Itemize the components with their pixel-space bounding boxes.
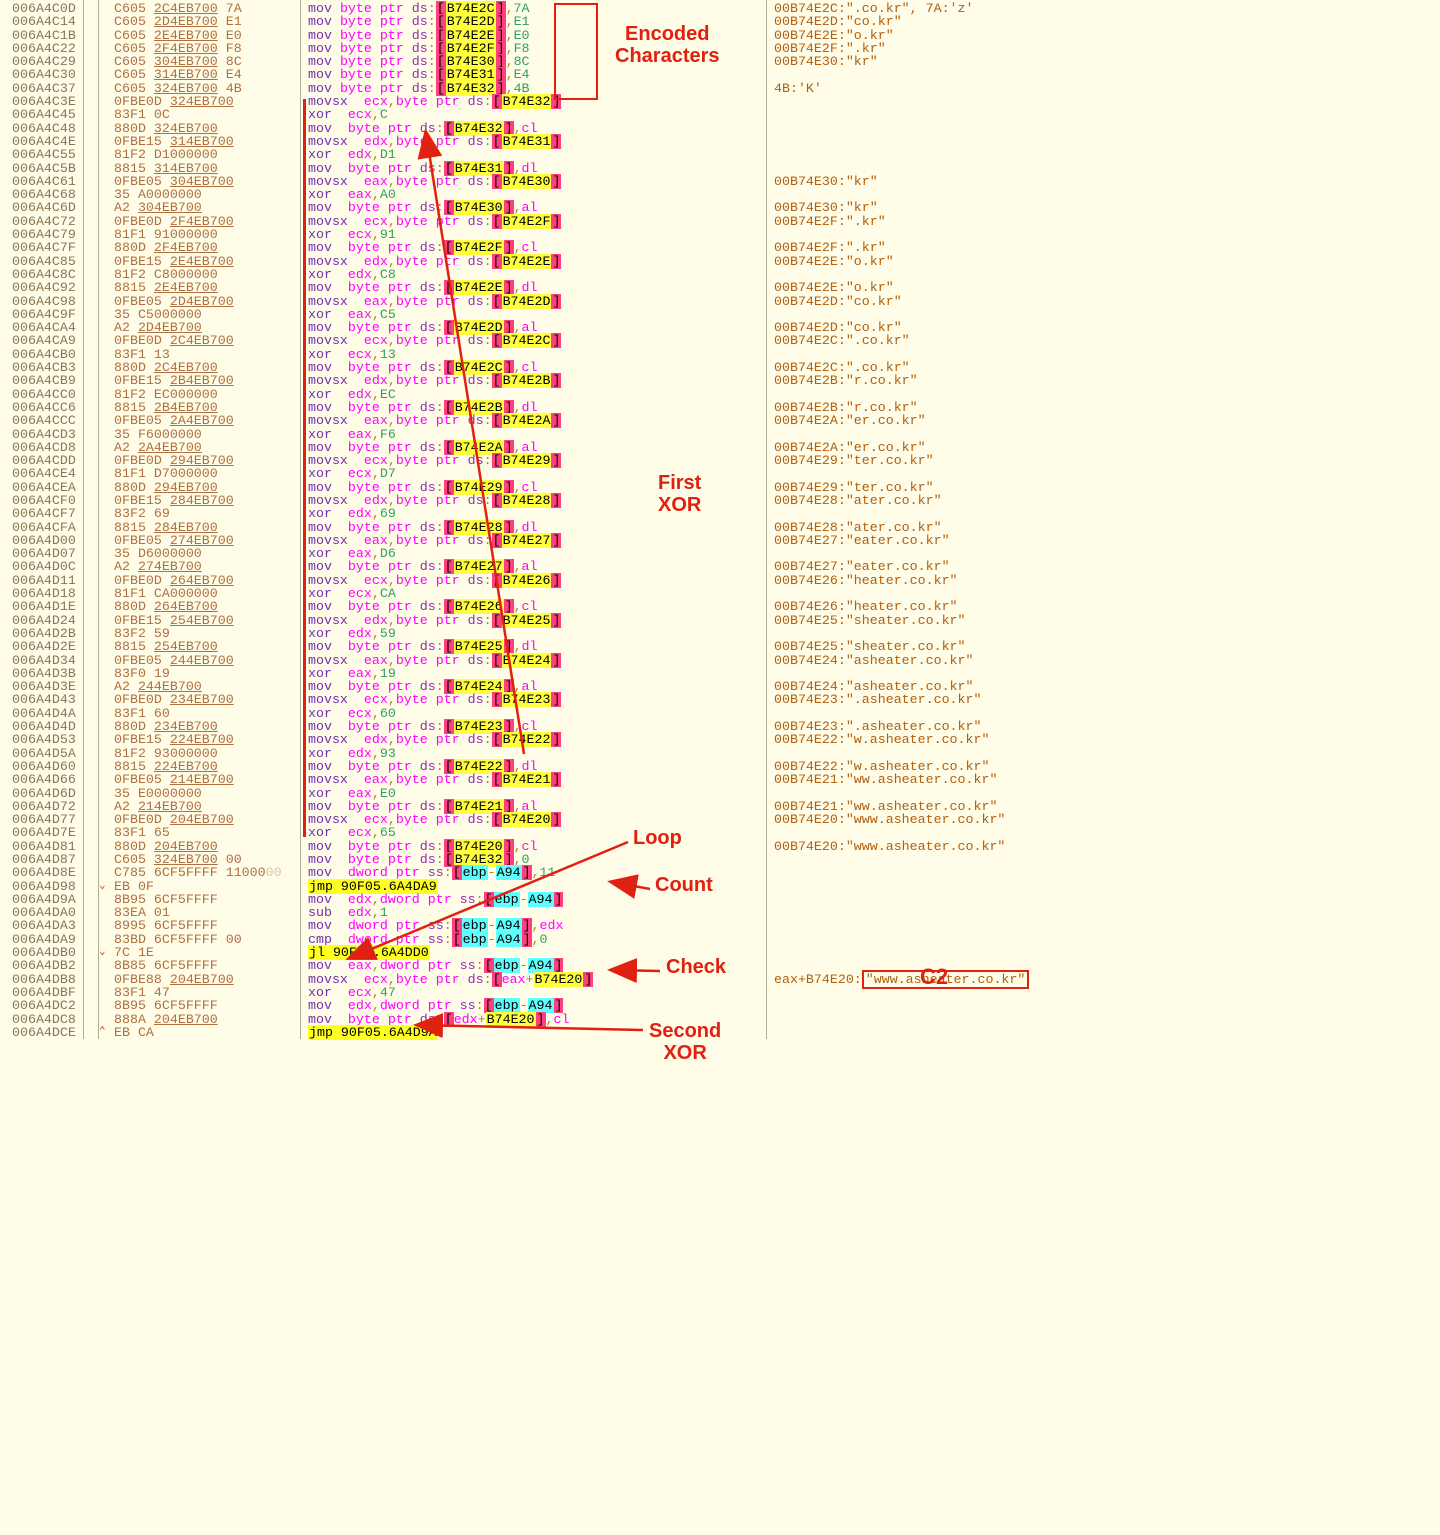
disasm-row[interactable]: 006A4C30C605 314EB700 E4mov byte ptr ds:… [0, 68, 1040, 81]
disasm-row[interactable]: 006A4C610FBE05 304EB700movsx eax,byte pt… [0, 175, 1040, 188]
disasm-row[interactable]: 006A4DB80FBE88 204EB700movsx ecx,byte pt… [0, 973, 1040, 986]
disasm-row[interactable]: 006A4D7E83F1 65xor ecx,65 [0, 826, 1040, 839]
disasm-row[interactable]: 006A4D530FBE15 224EB700movsx edx,byte pt… [0, 733, 1040, 746]
disasm-row[interactable]: 006A4D4A83F1 60xor ecx,60 [0, 707, 1040, 720]
disasm-row[interactable]: 006A4DA38995 6CF5FFFFmov dword ptr ss:[e… [0, 919, 1040, 932]
disasm-row[interactable]: 006A4D3B83F0 19xor eax,19 [0, 667, 1040, 680]
disasm-row[interactable]: 006A4C3E0FBE0D 324EB700movsx ecx,byte pt… [0, 95, 1040, 108]
disasm-row[interactable]: 006A4C980FBE05 2D4EB700movsx eax,byte pt… [0, 295, 1040, 308]
disasm-row[interactable]: 006A4C1BC605 2E4EB700 E0mov byte ptr ds:… [0, 29, 1040, 42]
disasm-row[interactable]: 006A4D430FBE0D 234EB700movsx ecx,byte pt… [0, 693, 1040, 706]
disasm-row[interactable]: 006A4C48880D 324EB700mov byte ptr ds:[B7… [0, 122, 1040, 135]
disasm-row[interactable]: 006A4C928815 2E4EB700mov byte ptr ds:[B7… [0, 281, 1040, 294]
disasm-row[interactable]: 006A4CA4A2 2D4EB700mov byte ptr ds:[B74E… [0, 321, 1040, 334]
disasm-row[interactable]: 006A4D240FBE15 254EB700movsx edx,byte pt… [0, 614, 1040, 627]
disasm-row[interactable]: 006A4C14C605 2D4EB700 E1mov byte ptr ds:… [0, 15, 1040, 28]
ann-loop: Loop [633, 832, 682, 845]
ann-firstxor: FirstXOR [658, 472, 701, 516]
disasm-row[interactable]: 006A4CA90FBE0D 2C4EB700movsx ecx,byte pt… [0, 334, 1040, 347]
disasm-row[interactable]: 006A4CE481F1 D7000000xor ecx,D7 [0, 467, 1040, 480]
disasm-row[interactable]: 006A4CF783F2 69xor edx,69 [0, 507, 1040, 520]
disasm-row[interactable]: 006A4CC68815 2B4EB700mov byte ptr ds:[B7… [0, 401, 1040, 414]
disasm-row[interactable]: 006A4CB90FBE15 2B4EB700movsx edx,byte pt… [0, 374, 1040, 387]
disasm-row[interactable]: 006A4C5581F2 D1000000xor edx,D1 [0, 148, 1040, 161]
disasm-row[interactable]: ⌃006A4DCEEB CAjmp 90F05.6A4D9A [0, 1026, 1040, 1039]
ann-check: Check [666, 961, 726, 974]
disasm-row[interactable]: 006A4D9A8B95 6CF5FFFFmov edx,dword ptr s… [0, 893, 1040, 906]
disasm-row[interactable]: 006A4CB3880D 2C4EB700mov byte ptr ds:[B7… [0, 361, 1040, 374]
disasm-row[interactable]: 006A4DC28B95 6CF5FFFFmov edx,dword ptr s… [0, 999, 1040, 1012]
disasm-row[interactable]: 006A4D000FBE05 274EB700movsx eax,byte pt… [0, 534, 1040, 547]
disasm-row[interactable]: 006A4D72A2 214EB700mov byte ptr ds:[B74E… [0, 800, 1040, 813]
ann-encoded: EncodedCharacters [615, 23, 720, 67]
disasm-row[interactable]: 006A4CDD0FBE0D 294EB700movsx ecx,byte pt… [0, 454, 1040, 467]
disasm-row[interactable]: 006A4D0CA2 274EB700mov byte ptr ds:[B74E… [0, 560, 1040, 573]
disasm-row[interactable]: 006A4C6835 A0000000xor eax,A0 [0, 188, 1040, 201]
disasm-row[interactable]: 006A4D660FBE05 214EB700movsx eax,byte pt… [0, 773, 1040, 786]
disasm-row[interactable]: 006A4CD8A2 2A4EB700mov byte ptr ds:[B74E… [0, 441, 1040, 454]
disasm-row[interactable]: 006A4CF00FBE15 284EB700movsx edx,byte pt… [0, 494, 1040, 507]
disasm-row[interactable]: 006A4D2B83F2 59xor edx,59 [0, 627, 1040, 640]
disasm-row[interactable]: 006A4C7981F1 91000000xor ecx,91 [0, 228, 1040, 241]
disasm-row[interactable]: 006A4D81880D 204EB700mov byte ptr ds:[B7… [0, 840, 1040, 853]
disasm-row[interactable]: 006A4D4D880D 234EB700mov byte ptr ds:[B7… [0, 720, 1040, 733]
disasm-row[interactable]: 006A4C22C605 2F4EB700 F8mov byte ptr ds:… [0, 42, 1040, 55]
disasm-row[interactable]: 006A4C8C81F2 C8000000xor edx,C8 [0, 268, 1040, 281]
disasm-row[interactable]: 006A4C4E0FBE15 314EB700movsx edx,byte pt… [0, 135, 1040, 148]
disasm-row[interactable]: 006A4C29C605 304EB700 8Cmov byte ptr ds:… [0, 55, 1040, 68]
disassembly-listing[interactable]: 006A4C0DC605 2C4EB700 7Amov byte ptr ds:… [0, 2, 1040, 1039]
disasm-row[interactable]: 006A4D5A81F2 93000000xor edx,93 [0, 747, 1040, 760]
ann-secondxor: SecondXOR [649, 1020, 721, 1064]
disasm-row[interactable]: ⌄006A4D98EB 0Fjmp 90F05.6A4DA9 [0, 880, 1040, 893]
first-xor-bar [303, 99, 306, 837]
disasm-row[interactable]: 006A4CFA8815 284EB700mov byte ptr ds:[B7… [0, 521, 1040, 534]
disasm-row[interactable]: 006A4DA083EA 01sub edx,1 [0, 906, 1040, 919]
disasm-row[interactable]: 006A4D87C605 324EB700 00mov byte ptr ds:… [0, 853, 1040, 866]
encoded-box [554, 3, 598, 100]
disasm-row[interactable]: 006A4CB083F1 13xor ecx,13 [0, 348, 1040, 361]
disasm-row[interactable]: 006A4C7F880D 2F4EB700mov byte ptr ds:[B7… [0, 241, 1040, 254]
disasm-row[interactable]: 006A4C37C605 324EB700 4Bmov byte ptr ds:… [0, 82, 1040, 95]
disasm-row[interactable]: 006A4DA983BD 6CF5FFFF 00cmp dword ptr ss… [0, 933, 1040, 946]
disasm-row[interactable]: 006A4D1E880D 264EB700mov byte ptr ds:[B7… [0, 600, 1040, 613]
disasm-row[interactable]: 006A4D770FBE0D 204EB700movsx ecx,byte pt… [0, 813, 1040, 826]
disasm-row[interactable]: 006A4D110FBE0D 264EB700movsx ecx,byte pt… [0, 574, 1040, 587]
disasm-row[interactable]: 006A4DBF83F1 47xor ecx,47 [0, 986, 1040, 999]
disasm-row[interactable]: 006A4D2E8815 254EB700mov byte ptr ds:[B7… [0, 640, 1040, 653]
disasm-row[interactable]: 006A4C5B8815 314EB700mov byte ptr ds:[B7… [0, 162, 1040, 175]
disasm-row[interactable]: 006A4C850FBE15 2E4EB700movsx edx,byte pt… [0, 255, 1040, 268]
disasm-row[interactable]: 006A4D8EC785 6CF5FFFF 1100000mov dword p… [0, 866, 1040, 879]
disasm-row[interactable]: 006A4CCC0FBE05 2A4EB700movsx eax,byte pt… [0, 414, 1040, 427]
disasm-row[interactable]: 006A4CEA880D 294EB700mov byte ptr ds:[B7… [0, 481, 1040, 494]
disasm-row[interactable]: 006A4D6D35 E0000000xor eax,E0 [0, 787, 1040, 800]
disasm-row[interactable]: 006A4C6DA2 304EB700mov byte ptr ds:[B74E… [0, 201, 1040, 214]
disasm-row[interactable]: 006A4D3EA2 244EB700mov byte ptr ds:[B74E… [0, 680, 1040, 693]
disasm-row[interactable]: 006A4C0DC605 2C4EB700 7Amov byte ptr ds:… [0, 2, 1040, 15]
disasm-row[interactable]: 006A4CC081F2 EC000000xor edx,EC [0, 388, 1040, 401]
disasm-row[interactable]: ⌄006A4DB07C 1Ejl 90F05.6A4DD0 [0, 946, 1040, 959]
disasm-row[interactable]: 006A4D340FBE05 244EB700movsx eax,byte pt… [0, 654, 1040, 667]
ann-count: Count [655, 879, 713, 892]
disasm-row[interactable]: 006A4D1881F1 CA000000xor ecx,CA [0, 587, 1040, 600]
disasm-row[interactable]: 006A4D0735 D6000000xor eax,D6 [0, 547, 1040, 560]
disasm-row[interactable]: 006A4D608815 224EB700mov byte ptr ds:[B7… [0, 760, 1040, 773]
disasm-row[interactable]: 006A4C720FBE0D 2F4EB700movsx ecx,byte pt… [0, 215, 1040, 228]
ann-c2: C2 [920, 970, 948, 983]
disasm-row[interactable]: 006A4DC8888A 204EB700mov byte ptr ds:[ed… [0, 1013, 1040, 1026]
disasm-row[interactable]: 006A4C4583F1 0Cxor ecx,C [0, 108, 1040, 121]
disasm-row[interactable]: 006A4C9F35 C5000000xor eax,C5 [0, 308, 1040, 321]
disasm-row[interactable]: 006A4CD335 F6000000xor eax,F6 [0, 428, 1040, 441]
